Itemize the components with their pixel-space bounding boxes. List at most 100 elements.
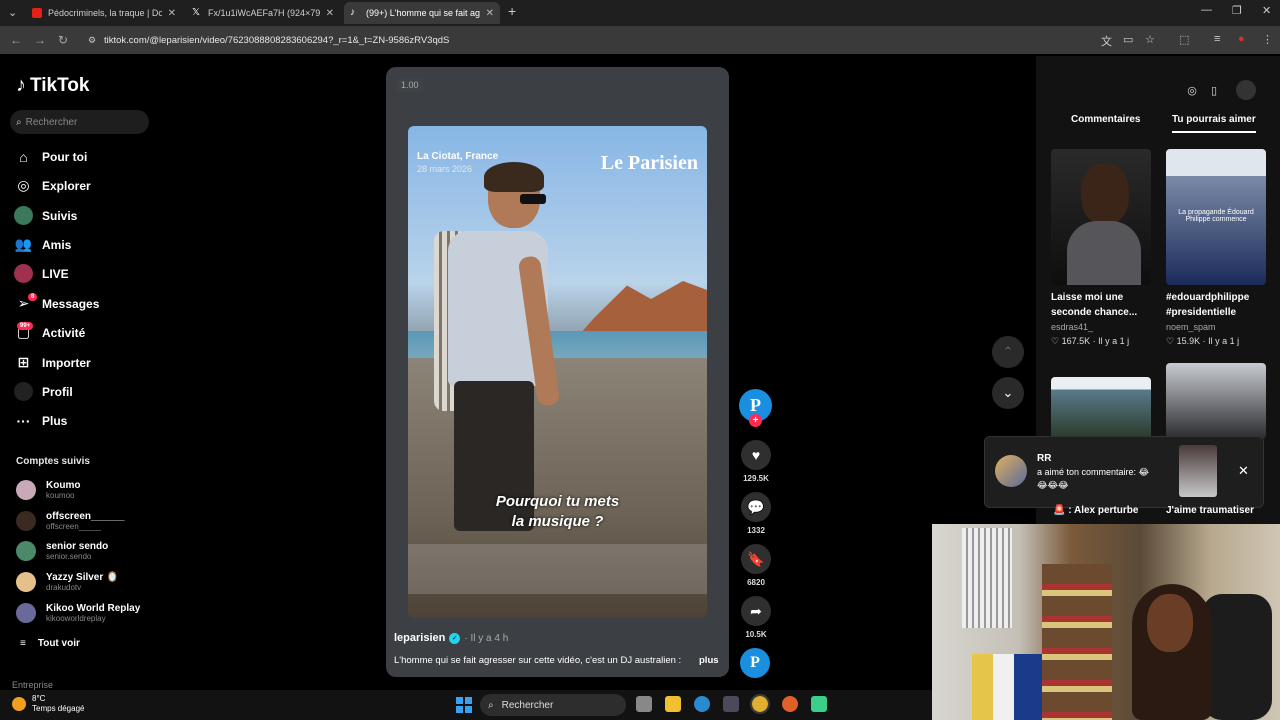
suggested-caption[interactable]: #edouardphilippe #presidentielle (1166, 290, 1276, 320)
nav-messages[interactable]: ➢ Messages (14, 294, 100, 313)
nav-label: Messages (42, 296, 100, 311)
following-accounts-title: Comptes suivis (16, 456, 90, 467)
thumbnail-overlay-text: La propagande Édouard Philippe commence (1178, 209, 1254, 223)
share-icon[interactable]: ➦ (741, 596, 771, 626)
window-close-icon[interactable]: ✕ (1262, 4, 1271, 17)
avatar (16, 511, 36, 531)
search-input[interactable]: ⌕ Rechercher (10, 110, 149, 134)
suggested-thumbnail[interactable]: La propagande Édouard Philippe commence (1166, 149, 1266, 285)
close-icon[interactable]: ✕ (326, 8, 334, 19)
site-info-icon[interactable]: ⚙ (88, 35, 96, 46)
verified-icon: ✓ (449, 632, 461, 644)
restore-icon[interactable]: ❐ (1232, 4, 1242, 17)
firefox-icon[interactable] (782, 696, 798, 712)
next-video-button[interactable]: ⌄ (992, 377, 1024, 409)
account-item[interactable]: Yazzy Silver 🪞 drakudotv (16, 572, 119, 592)
account-item[interactable]: senior sendo senior.sendo (16, 541, 108, 561)
author-name[interactable]: leparisien (394, 632, 445, 644)
list-icon: ≡ (20, 638, 26, 649)
translate-icon[interactable]: 文 (1101, 33, 1112, 49)
nav-live[interactable]: LIVE (14, 264, 69, 283)
suggested-user[interactable]: noem_spam (1166, 322, 1216, 332)
video-author[interactable]: leparisien ✓ · Il y a 4 h (394, 632, 508, 644)
more-link[interactable]: plus (699, 655, 719, 666)
app-icon[interactable] (811, 696, 827, 712)
nav-friends[interactable]: 👥 Amis (14, 235, 72, 254)
minimize-icon[interactable]: — (1201, 4, 1212, 16)
profile-sync-icon[interactable]: ≡ (1214, 33, 1220, 45)
nav-more[interactable]: ··· Plus (14, 411, 68, 430)
suggested-user[interactable]: esdras41_ (1051, 322, 1093, 332)
edge-icon[interactable] (694, 696, 710, 712)
heart-icon[interactable]: ♥ (741, 440, 771, 470)
chrome-icon[interactable] (750, 694, 770, 714)
tab-suggested[interactable]: Tu pourrais aimer (1172, 114, 1256, 133)
user-avatar[interactable] (1236, 80, 1256, 100)
windows-start-icon[interactable] (456, 697, 472, 713)
comment-icon[interactable]: 💬 (741, 492, 771, 522)
like-action[interactable]: ♥ 129.5K (738, 440, 774, 483)
tiktok-logo[interactable]: ♪ TikTok (16, 74, 89, 97)
follow-plus-icon[interactable]: + (749, 414, 762, 427)
profile-avatar-icon[interactable]: ● (1238, 33, 1245, 45)
music-disc-icon[interactable]: P (740, 648, 770, 678)
notification-toast[interactable]: RR a aimé ton commentaire: 😂 😂😂😂 ✕ (984, 436, 1264, 508)
tab-1[interactable]: Pédocriminels, la traque | Docu ✕ (26, 2, 182, 24)
nav-upload[interactable]: ⊞ Importer (14, 353, 91, 372)
see-all-link[interactable]: ≡ Tout voir (20, 638, 80, 649)
tab-title: Fx/1u1iWcAEFa7H (924×790) (208, 8, 320, 18)
menu-kebab-icon[interactable]: ⋮ (1262, 33, 1273, 46)
nav-profile[interactable]: Profil (14, 382, 73, 401)
nav-explore[interactable]: ◎ Explorer (14, 176, 90, 195)
file-explorer-icon[interactable] (665, 696, 681, 712)
suggested-caption[interactable]: 🚨 : Alex perturbe (1053, 505, 1138, 516)
footer-business[interactable]: Entreprise (12, 680, 53, 690)
suggested-thumbnail[interactable] (1051, 149, 1151, 285)
task-view-icon[interactable] (636, 696, 652, 712)
reload-icon[interactable]: ↻ (58, 33, 68, 47)
close-icon[interactable]: ✕ (1238, 463, 1249, 479)
account-item[interactable]: Kikoo World Replay kikooworldreplay (16, 603, 140, 623)
share-action[interactable]: ➦ 10.5K (738, 596, 774, 639)
cast-icon[interactable]: ▭ (1123, 33, 1133, 46)
save-action[interactable]: 🔖 6820 (738, 544, 774, 587)
tab-3-active[interactable]: ♪ (99+) L'homme qui se fait agres ✕ (344, 2, 500, 24)
account-item[interactable]: offscreen______ offscreen_____ (16, 511, 124, 531)
search-icon: ⌕ (488, 699, 494, 711)
close-icon[interactable]: ✕ (168, 8, 176, 19)
suggested-age: Il y a 1 j (1098, 336, 1130, 346)
forward-icon[interactable]: → (34, 33, 46, 47)
store-icon[interactable] (723, 696, 739, 712)
close-icon[interactable]: ✕ (486, 8, 494, 19)
avatar (16, 572, 36, 592)
previous-video-button[interactable]: ⌃ (992, 336, 1024, 368)
suggested-caption[interactable]: J'aime traumatiser (1166, 505, 1254, 516)
nav-following[interactable]: Suivis (14, 206, 77, 225)
comment-action[interactable]: 💬 1332 (738, 492, 774, 535)
account-item[interactable]: Koumo koumoo (16, 480, 80, 500)
url-field[interactable]: ⚙ tiktok.com/@leparisien/video/762308880… (82, 30, 1092, 50)
suggested-likes: 15.9K (1176, 336, 1201, 346)
tab-2[interactable]: 𝕏 Fx/1u1iWcAEFa7H (924×790) ✕ (186, 2, 340, 24)
bookmark-star-icon[interactable]: ☆ (1145, 33, 1155, 46)
save-count: 6820 (747, 578, 765, 587)
suggested-caption[interactable]: Laisse moi une seconde chance... (1051, 290, 1161, 320)
playback-speed[interactable]: 1.00 (397, 78, 423, 92)
notification-thumbnail (1179, 445, 1217, 497)
back-icon[interactable]: ← (10, 33, 22, 47)
video-frame[interactable]: La Ciotat, France 28 mars 2026 Le Parisi… (408, 126, 707, 618)
nav-for-you[interactable]: ⌂ Pour toi (14, 147, 87, 166)
bookmark-icon[interactable]: 🔖 (741, 544, 771, 574)
suggested-thumbnail[interactable] (1166, 363, 1266, 439)
blurred-band (408, 544, 707, 594)
tab-comments[interactable]: Commentaires (1071, 114, 1140, 125)
tab-list-icon[interactable]: ⌄ (8, 6, 17, 19)
device-icon[interactable]: ▯ (1204, 80, 1224, 100)
taskbar-search[interactable]: ⌕ Rechercher (480, 694, 626, 716)
weather-widget[interactable]: 8°C Temps dégagé (12, 694, 84, 714)
suggested-thumbnail[interactable] (1051, 377, 1151, 439)
weather-condition: Temps dégagé (32, 704, 85, 713)
extensions-icon[interactable]: ⬚ (1179, 33, 1189, 46)
new-tab-button[interactable]: + (508, 3, 516, 19)
compass-small-icon[interactable]: ◎ (1182, 80, 1202, 100)
